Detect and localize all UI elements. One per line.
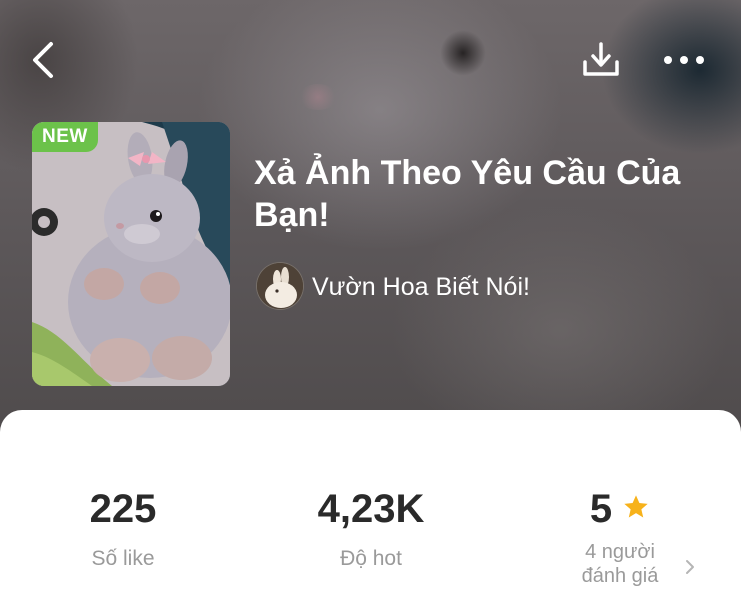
star-icon	[624, 495, 648, 518]
background-blur-eye	[440, 30, 486, 76]
likes-label: Số like	[91, 547, 155, 570]
stat-hot: 4,23K Độ hot	[300, 486, 442, 572]
more-horizontal-icon	[664, 56, 704, 64]
author-name[interactable]: Vườn Hoa Biết Nói!	[312, 272, 530, 302]
back-button[interactable]	[22, 38, 66, 82]
likes-count: 225	[89, 487, 157, 531]
album-cover[interactable]	[32, 122, 230, 386]
bunny-illustration	[32, 122, 230, 386]
chevron-left-icon	[33, 42, 53, 78]
background-blur-nose	[298, 84, 338, 110]
rating-value: 5	[589, 487, 613, 531]
more-options-button[interactable]	[658, 38, 710, 82]
download-button[interactable]	[578, 38, 624, 82]
rating-text-label: đánh giá	[581, 565, 659, 587]
rating-row: 5	[560, 486, 680, 532]
rating-count-label: 4 người	[585, 541, 655, 563]
chevron-right-icon[interactable]	[680, 556, 700, 578]
bunny-avatar-icon	[257, 263, 303, 309]
album-title: Xả Ảnh Theo Yêu Cầu Của Bạn!	[254, 154, 681, 234]
stat-likes: 225 Số like	[70, 486, 176, 572]
hot-label: Độ hot	[340, 547, 402, 570]
new-badge: NEW	[32, 122, 98, 152]
hot-count: 4,23K	[317, 487, 425, 531]
stat-rating[interactable]: 5 4 người đánh giá	[560, 486, 680, 588]
author-avatar[interactable]	[256, 262, 304, 310]
download-icon	[583, 42, 619, 76]
